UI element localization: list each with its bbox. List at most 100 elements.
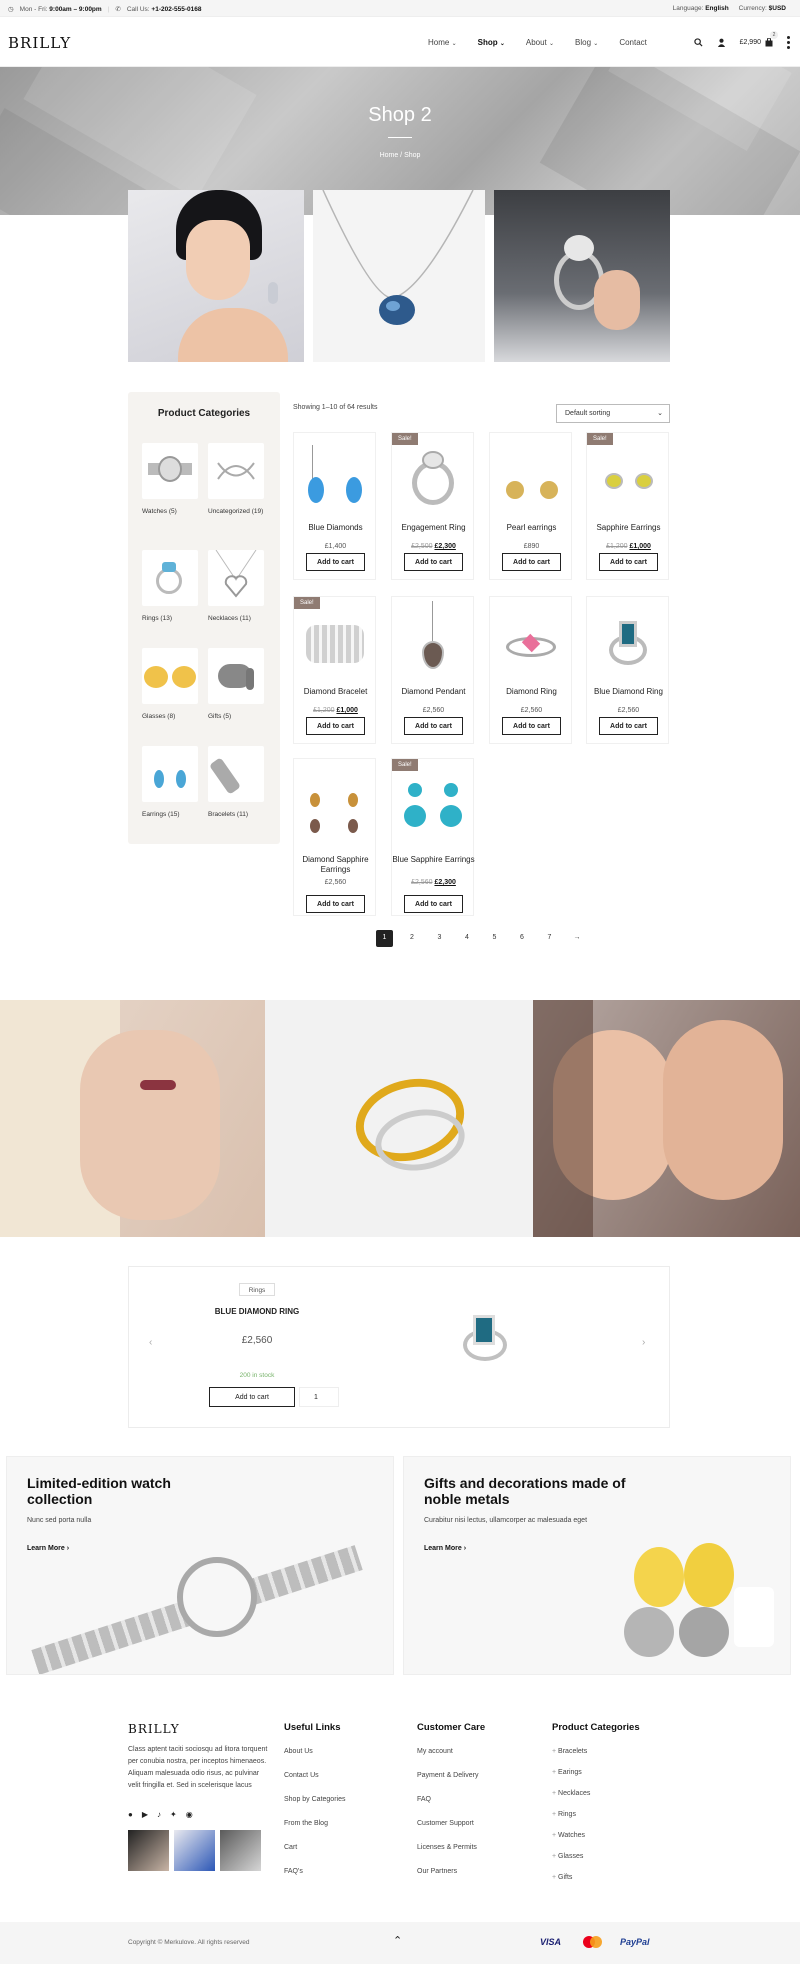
twitter-icon[interactable]: ✦ [170, 1810, 177, 1819]
footer-link[interactable]: Cart [284, 1844, 345, 1868]
footer-link[interactable]: Contact Us [284, 1772, 345, 1796]
nav-contact[interactable]: Contact [619, 38, 647, 47]
next-page-icon[interactable]: → [569, 930, 586, 947]
add-to-cart-button[interactable]: Add to cart [599, 717, 658, 735]
category-gifts[interactable]: Gifts (5) [208, 648, 264, 721]
tiktok-icon[interactable]: ♪ [157, 1810, 161, 1819]
product-card[interactable]: Diamond Sapphire Earrings £2,560 Add to ca… [293, 758, 376, 916]
footer-link[interactable]: About Us [284, 1748, 345, 1772]
more-menu-icon[interactable] [787, 36, 790, 49]
product-image[interactable] [300, 437, 370, 517]
featured-tag[interactable]: Rings [239, 1283, 275, 1296]
chevron-up-icon[interactable]: ⌃ [393, 1934, 402, 1947]
nav-blog[interactable]: Blog ⌄ [575, 38, 598, 47]
add-to-cart-button[interactable]: Add to cart [502, 553, 561, 571]
product-name[interactable]: Diamond Pendant [392, 687, 475, 697]
category-uncategorized[interactable]: Uncategorized (19) [208, 443, 264, 516]
footer-category-link[interactable]: + Rings [552, 1811, 640, 1832]
page-link[interactable]: 4 [459, 930, 476, 947]
breadcrumb[interactable]: Home / Shop [0, 152, 800, 159]
footer-logo[interactable]: BRILLY [128, 1722, 180, 1736]
footer-link[interactable]: Payment & Delivery [417, 1772, 485, 1796]
page-link[interactable]: 5 [486, 930, 503, 947]
category-watches[interactable]: Watches (5) [142, 443, 198, 516]
gallery-thumb[interactable] [128, 1830, 169, 1871]
product-name[interactable]: Engagement Ring [392, 523, 475, 533]
gallery-thumb[interactable] [220, 1830, 261, 1871]
featured-add-to-cart-button[interactable]: Add to cart [209, 1387, 295, 1407]
product-card[interactable]: Diamond Pendant £2,560 Add to cart [391, 596, 474, 744]
product-card[interactable]: Sale! Diamond Bracelet £1,200 £1,000 Add to… [293, 596, 376, 744]
page-link[interactable]: 2 [404, 930, 421, 947]
pinterest-icon[interactable]: ◉ [186, 1810, 193, 1819]
nav-shop[interactable]: Shop ⌄ [478, 38, 505, 47]
product-image[interactable] [300, 601, 370, 681]
footer-link[interactable]: FAQ's [284, 1868, 345, 1892]
product-card[interactable]: Diamond Ring £2,560 Add to cart [489, 596, 572, 744]
product-image[interactable] [593, 437, 663, 517]
category-glasses[interactable]: Glasses (8) [142, 648, 198, 721]
gallery-thumb[interactable] [174, 1830, 215, 1871]
prev-arrow-icon[interactable]: ‹ [149, 1337, 152, 1348]
product-image[interactable] [496, 437, 566, 517]
quantity-input[interactable]: 1 [299, 1387, 339, 1407]
learn-more-link[interactable]: Learn More › [27, 1545, 69, 1552]
featured-name[interactable]: BLUE DIAMOND RING [129, 1307, 385, 1316]
product-card[interactable]: Blue Diamond Ring £2,560 Add to cart [586, 596, 669, 744]
product-name[interactable]: Blue Diamond Ring [587, 687, 670, 697]
product-image[interactable] [398, 601, 468, 681]
footer-category-link[interactable]: + Necklaces [552, 1790, 640, 1811]
product-name[interactable]: Blue Diamonds [294, 523, 377, 533]
page-link[interactable]: 6 [514, 930, 531, 947]
page-link[interactable]: 7 [541, 930, 558, 947]
product-name[interactable]: Sapphire Earrings [587, 523, 670, 533]
add-to-cart-button[interactable]: Add to cart [404, 895, 463, 913]
footer-category-link[interactable]: + Earings [552, 1769, 640, 1790]
product-image[interactable] [496, 601, 566, 681]
footer-category-link[interactable]: + Watches [552, 1832, 640, 1853]
category-earrings[interactable]: Earrings (15) [142, 746, 198, 819]
product-name[interactable]: Pearl earrings [490, 523, 573, 533]
product-card[interactable]: Sale! Blue Sapphire Earrings £2,560 £2,300… [391, 758, 475, 916]
add-to-cart-button[interactable]: Add to cart [306, 717, 365, 735]
product-image[interactable] [300, 763, 370, 843]
footer-category-link[interactable]: + Glasses [552, 1853, 640, 1874]
add-to-cart-button[interactable]: Add to cart [306, 553, 365, 571]
product-card[interactable]: Blue Diamonds £1,400 Add to cart [293, 432, 376, 580]
product-name[interactable]: Diamond Bracelet [294, 687, 377, 697]
next-arrow-icon[interactable]: › [642, 1337, 645, 1348]
facebook-icon[interactable]: ● [128, 1810, 133, 1819]
page-link[interactable]: 1 [376, 930, 393, 947]
site-logo[interactable]: BRILLY [8, 34, 71, 52]
product-card[interactable]: Sale! Sapphire Earrings £1,200 £1,000 Add t… [586, 432, 669, 580]
category-bracelets[interactable]: Bracelets (11) [208, 746, 264, 819]
nav-home[interactable]: Home ⌄ [428, 38, 457, 47]
product-image[interactable] [593, 601, 663, 681]
add-to-cart-button[interactable]: Add to cart [404, 553, 463, 571]
product-card[interactable]: Sale! Engagement Ring £2,500 £2,300 Add to … [391, 432, 474, 580]
footer-category-link[interactable]: + Gifts [552, 1874, 640, 1895]
user-icon[interactable] [717, 38, 726, 47]
sort-select[interactable]: Default sorting ⌄ [556, 404, 670, 423]
product-card[interactable]: Pearl earrings £890 Add to cart [489, 432, 572, 580]
category-necklaces[interactable]: Necklaces (11) [208, 550, 264, 623]
currency-selector[interactable]: Currency: $USD [739, 5, 786, 12]
add-to-cart-button[interactable]: Add to cart [306, 895, 365, 913]
footer-link[interactable]: Shop by Categories [284, 1796, 345, 1820]
footer-link[interactable]: Licenses & Permits [417, 1844, 485, 1868]
product-image[interactable] [398, 437, 468, 517]
footer-link[interactable]: From the Blog [284, 1820, 345, 1844]
page-link[interactable]: 3 [431, 930, 448, 947]
cart-button[interactable]: £2,990 2 [740, 31, 778, 47]
search-icon[interactable] [693, 38, 703, 47]
product-name[interactable]: Diamond Ring [490, 687, 573, 697]
footer-link[interactable]: Customer Support [417, 1820, 485, 1844]
category-rings[interactable]: Rings (13) [142, 550, 198, 623]
add-to-cart-button[interactable]: Add to cart [502, 717, 561, 735]
youtube-icon[interactable]: ▶ [142, 1810, 148, 1819]
footer-link[interactable]: My account [417, 1748, 485, 1772]
footer-category-link[interactable]: + Bracelets [552, 1748, 640, 1769]
add-to-cart-button[interactable]: Add to cart [404, 717, 463, 735]
product-name[interactable]: Diamond Sapphire Earrings [294, 855, 377, 875]
product-name[interactable]: Blue Sapphire Earrings [392, 855, 475, 865]
